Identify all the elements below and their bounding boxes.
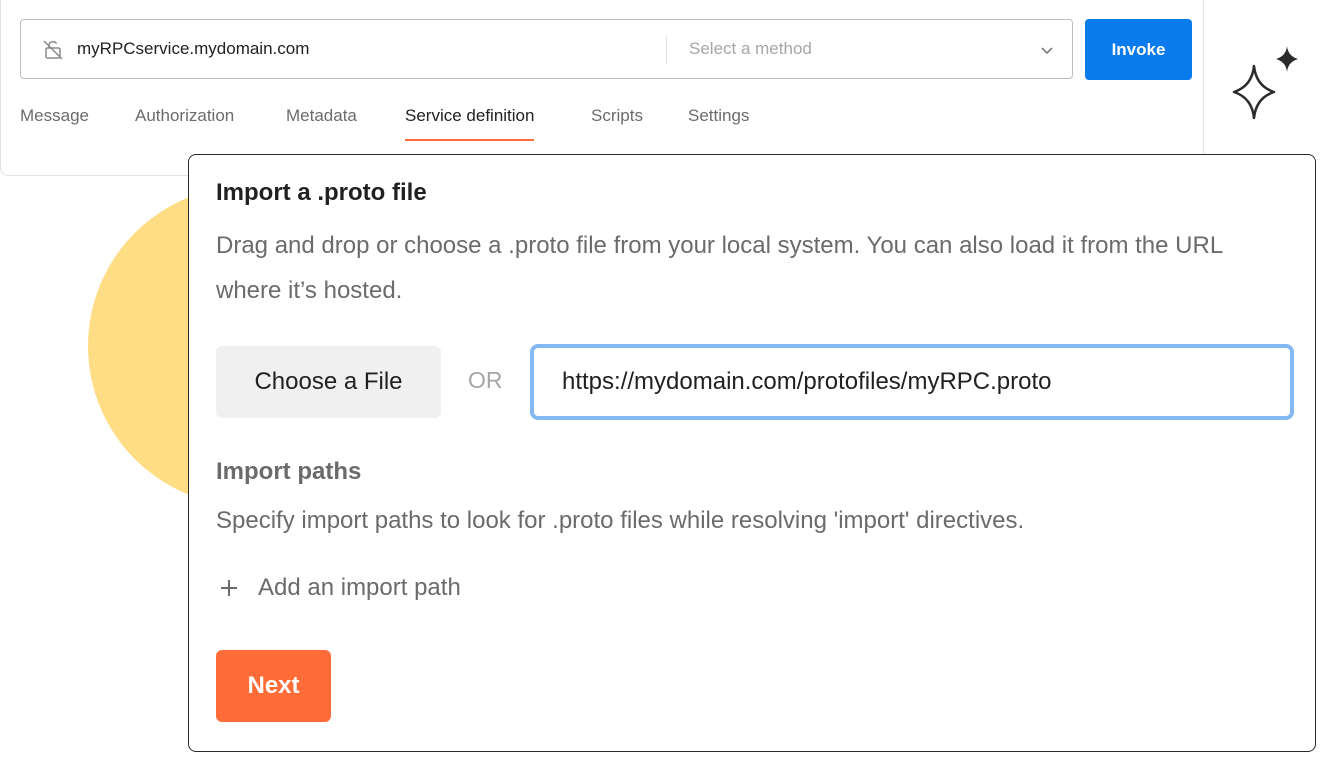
tab-service-definition[interactable]: Service definition bbox=[405, 105, 535, 141]
proto-url-input[interactable] bbox=[530, 344, 1294, 420]
dialog-title: Import a .proto file bbox=[216, 179, 427, 206]
invoke-button[interactable]: Invoke bbox=[1085, 19, 1192, 80]
next-button[interactable]: Next bbox=[216, 650, 331, 722]
tab-message[interactable]: Message bbox=[20, 105, 89, 141]
import-proto-dialog: Import a .proto file Drag and drop or ch… bbox=[188, 154, 1316, 752]
request-panel: myRPCservice.mydomain.com Select a metho… bbox=[0, 0, 1204, 176]
url-bar[interactable]: myRPCservice.mydomain.com Select a metho… bbox=[20, 19, 1073, 79]
tab-metadata[interactable]: Metadata bbox=[286, 105, 357, 141]
add-import-path-label: Add an import path bbox=[258, 574, 461, 601]
tab-scripts[interactable]: Scripts bbox=[591, 105, 643, 141]
choose-file-button[interactable]: Choose a File bbox=[216, 346, 441, 418]
tab-settings[interactable]: Settings bbox=[688, 105, 749, 141]
url-divider bbox=[666, 36, 667, 64]
url-text[interactable]: myRPCservice.mydomain.com bbox=[77, 39, 309, 59]
method-select[interactable]: Select a method bbox=[689, 39, 812, 59]
chevron-down-icon[interactable] bbox=[1039, 42, 1055, 58]
dialog-description: Drag and drop or choose a .proto file fr… bbox=[216, 232, 1223, 304]
sparkle-icon bbox=[1232, 46, 1298, 120]
add-import-path-button[interactable]: Add an import path bbox=[219, 571, 461, 605]
unlocked-icon bbox=[43, 40, 63, 60]
import-paths-title: Import paths bbox=[216, 458, 362, 485]
plus-icon bbox=[221, 580, 237, 596]
tab-authorization[interactable]: Authorization bbox=[135, 105, 234, 141]
or-label: OR bbox=[468, 367, 503, 393]
import-paths-description: Specify import paths to look for .proto … bbox=[216, 507, 1025, 534]
